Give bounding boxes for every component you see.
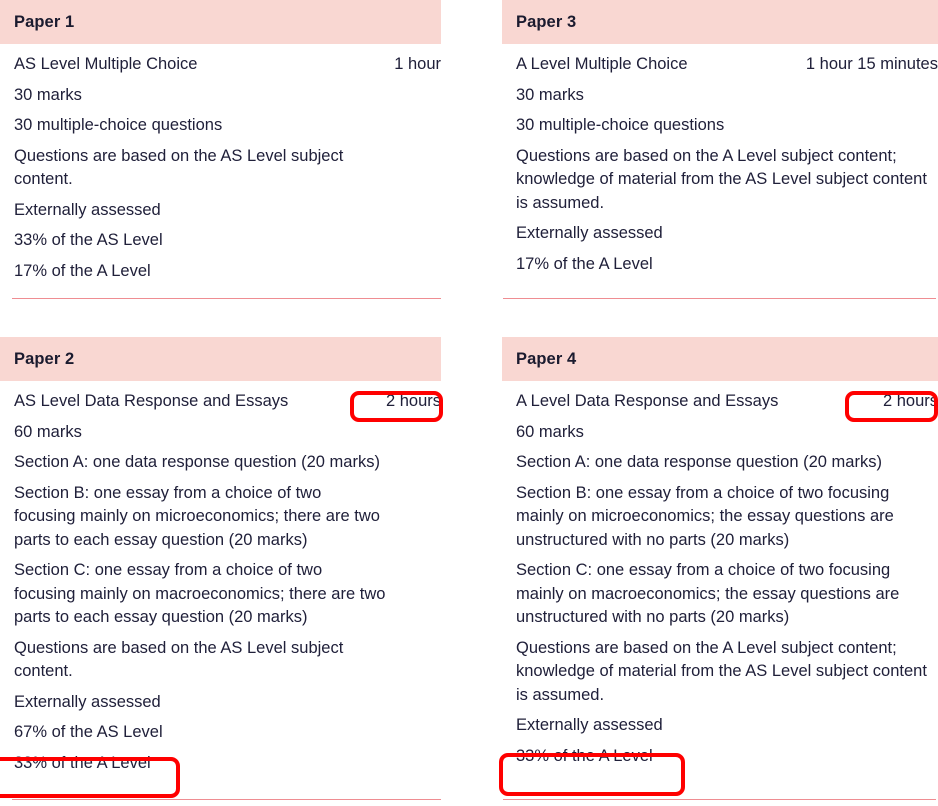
paper-2-line-marks: 60 marks bbox=[14, 422, 82, 441]
paper-4-line-content: Questions are based on the A Level subje… bbox=[516, 638, 927, 704]
paper-1-line-marks: 30 marks bbox=[14, 85, 82, 104]
paper-3-header-title: Paper 3 bbox=[516, 12, 577, 31]
paper-4-line-marks: 60 marks bbox=[516, 422, 584, 441]
paper-3-duration: 1 hour 15 minutes bbox=[805, 55, 938, 73]
paper-1-line-as-weight: 33% of the AS Level bbox=[14, 231, 163, 249]
paper-4-line-section-c: Section C: one essay from a choice of tw… bbox=[516, 561, 900, 626]
paper-3-header: Paper 3 bbox=[502, 0, 938, 44]
paper-2-line-section-a: Section A: one data response question (2… bbox=[14, 453, 380, 471]
paper-4-header-title: Paper 4 bbox=[516, 349, 577, 368]
paper-1-header-title: Paper 1 bbox=[14, 12, 75, 31]
paper-1-line-a-weight: 17% of the A Level bbox=[14, 261, 151, 280]
paper-4-line-assessment: Externally assessed bbox=[516, 716, 663, 734]
paper-4-body: A Level Data Response and Essays 2 hours… bbox=[502, 381, 938, 768]
paper-1-line-questions: 30 multiple-choice questions bbox=[14, 116, 223, 134]
paper-2-duration: 2 hours bbox=[385, 392, 441, 410]
paper-4-duration: 2 hours bbox=[882, 392, 938, 410]
paper-2-line-as-weight: 67% of the AS Level bbox=[14, 723, 163, 741]
paper-2-line-a-weight: 33% of the A Level bbox=[14, 753, 151, 772]
paper-2-body: AS Level Data Response and Essays 2 hour… bbox=[0, 381, 441, 775]
paper-2-line-section-b: Section B: one essay from a choice of tw… bbox=[14, 483, 380, 549]
paper-4-title-row: A Level Data Response and Essays 2 hours bbox=[516, 390, 938, 414]
paper-4-title: A Level Data Response and Essays bbox=[516, 392, 779, 410]
paper-4-line-a-weight: 33% of the A Level bbox=[516, 746, 653, 765]
paper-1-title-row: AS Level Multiple Choice 1 hour bbox=[14, 53, 441, 77]
paper-4-header: Paper 4 bbox=[502, 337, 938, 381]
paper-4-line-section-a: Section A: one data response question (2… bbox=[516, 453, 882, 471]
paper-4-line-section-b: Section B: one essay from a choice of tw… bbox=[516, 483, 894, 549]
paper-2-line-section-c: Section C: one essay from a choice of tw… bbox=[14, 561, 386, 626]
paper-1-body: AS Level Multiple Choice 1 hour 30 marks… bbox=[0, 44, 441, 283]
assessment-overview-grid: Paper 1 AS Level Multiple Choice 1 hour … bbox=[0, 0, 938, 806]
paper-2-line-assessment: Externally assessed bbox=[14, 692, 161, 711]
paper-2-header-title: Paper 2 bbox=[14, 349, 75, 368]
paper-1-duration: 1 hour bbox=[394, 55, 441, 73]
paper-3-line-questions: 30 multiple-choice questions bbox=[516, 116, 725, 134]
paper-3-line-content: Questions are based on the A Level subje… bbox=[516, 146, 927, 212]
paper-1-title: AS Level Multiple Choice bbox=[14, 55, 198, 73]
paper-3-body: A Level Multiple Choice 1 hour 15 minute… bbox=[502, 44, 938, 276]
paper-2-panel: Paper 2 AS Level Data Response and Essay… bbox=[0, 337, 441, 806]
paper-2-bottom-divider bbox=[12, 799, 441, 800]
paper-3-bottom-divider bbox=[503, 298, 936, 299]
paper-3-line-a-weight: 17% of the A Level bbox=[516, 254, 653, 273]
paper-2-header: Paper 2 bbox=[0, 337, 441, 381]
paper-1-panel: Paper 1 AS Level Multiple Choice 1 hour … bbox=[0, 0, 441, 300]
paper-1-line-assessment: Externally assessed bbox=[14, 200, 161, 219]
paper-1-bottom-divider bbox=[12, 298, 441, 299]
paper-4-panel: Paper 4 A Level Data Response and Essays… bbox=[502, 337, 938, 806]
paper-3-line-marks: 30 marks bbox=[516, 85, 584, 104]
paper-3-title: A Level Multiple Choice bbox=[516, 55, 688, 73]
paper-3-title-row: A Level Multiple Choice 1 hour 15 minute… bbox=[516, 53, 938, 77]
paper-2-line-content: Questions are based on the AS Level subj… bbox=[14, 638, 344, 681]
paper-1-header: Paper 1 bbox=[0, 0, 441, 44]
paper-3-panel: Paper 3 A Level Multiple Choice 1 hour 1… bbox=[502, 0, 938, 300]
paper-1-line-content: Questions are based on the AS Level subj… bbox=[14, 146, 344, 189]
paper-3-line-assessment: Externally assessed bbox=[516, 224, 663, 242]
paper-2-title: AS Level Data Response and Essays bbox=[14, 392, 289, 410]
paper-2-title-row: AS Level Data Response and Essays 2 hour… bbox=[14, 390, 441, 414]
paper-4-bottom-divider bbox=[503, 799, 936, 800]
